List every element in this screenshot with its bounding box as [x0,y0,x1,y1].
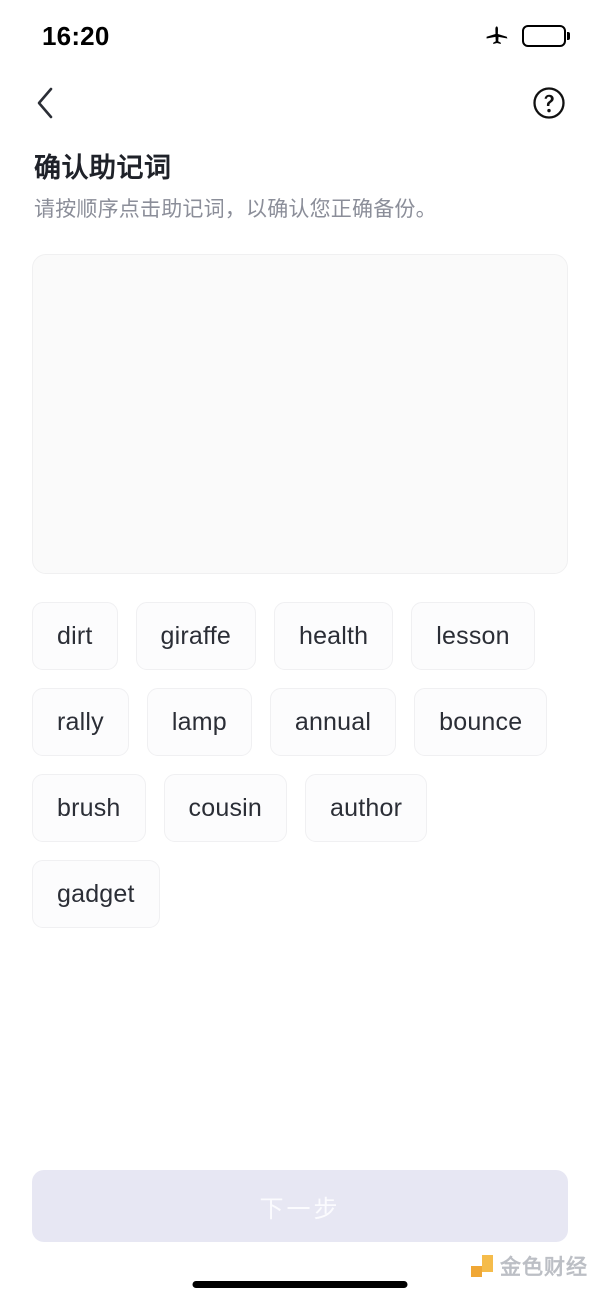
status-bar: 16:20 [0,0,600,72]
help-button[interactable] [526,80,572,126]
word-chip[interactable]: gadget [32,860,160,929]
word-chip[interactable]: cousin [163,774,288,843]
page-subtitle: 请按顺序点击助记词，以确认您正确备份。 [34,197,437,221]
airplane-mode-icon [484,21,510,52]
watermark-square-left [471,1266,482,1277]
battery-cap [567,32,570,40]
word-chip[interactable]: lesson [411,602,535,671]
word-chip[interactable]: author [305,774,428,843]
selected-words-area[interactable] [32,254,568,575]
word-chip[interactable]: rally [32,688,129,757]
battery-icon [522,25,570,47]
back-button[interactable] [22,80,68,126]
status-bar-clock: 16:20 [42,20,110,51]
watermark-square-right [482,1255,493,1272]
word-chip[interactable]: health [273,602,394,671]
word-chip[interactable]: dirt [32,602,118,671]
page-title: 确认助记词 [34,153,172,183]
word-chip[interactable]: bounce [414,688,548,757]
status-bar-indicators [484,21,570,52]
word-chip[interactable]: lamp [146,688,252,757]
word-chip[interactable]: brush [32,774,146,843]
word-chip[interactable]: giraffe [135,602,256,671]
home-indicator [192,1281,408,1288]
watermark: 金色财经 [471,1251,588,1281]
word-pool: dirt giraffe health lesson rally lamp annual bo… [32,602,568,929]
navigation-bar [0,72,600,134]
watermark-text: 金色财经 [500,1256,588,1279]
word-chip[interactable]: annual [269,688,397,757]
next-step-button[interactable]: 下一步 [32,1170,568,1242]
watermark-logo-icon [471,1255,493,1277]
header-block: 确认助记词 请按顺序点击助记词，以确认您正确备份。 [0,134,600,224]
